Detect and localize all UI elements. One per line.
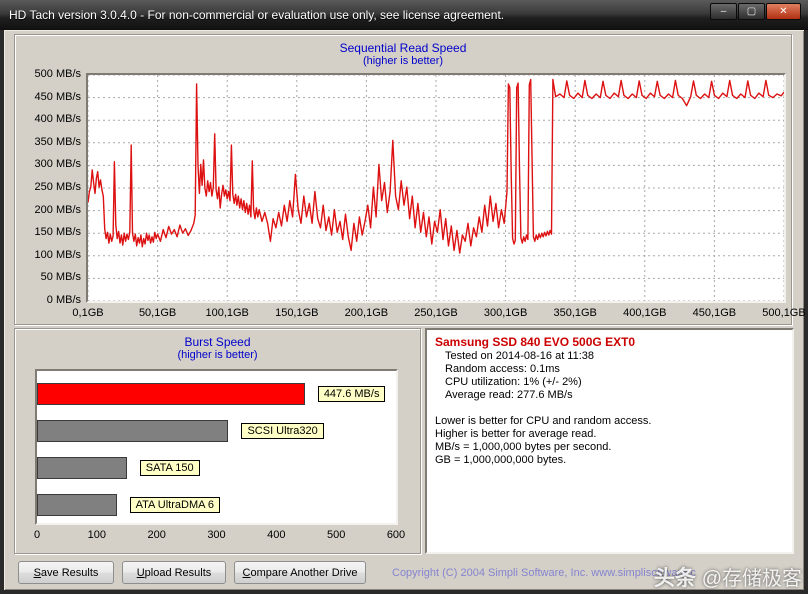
seq-y-tick-label: 300 MB/s [34, 158, 81, 171]
seq-y-tick-label: 500 MB/s [34, 68, 81, 80]
seq-y-tick-label: 200 MB/s [34, 203, 81, 216]
burst-bar-label: ATA UltraDMA 6 [129, 497, 221, 513]
burst-bar [37, 420, 229, 442]
sequential-read-chart: Sequential Read Speed (higher is better)… [14, 34, 806, 325]
info-note-lower: Lower is better for CPU and random acces… [435, 415, 652, 427]
seq-y-tick-label: 150 MB/s [34, 226, 81, 239]
seq-x-tick-label: 200,1GB [344, 307, 389, 319]
seq-y-tick-label: 350 MB/s [34, 135, 81, 148]
seq-x-tick-label: 400,1GB [623, 307, 667, 319]
burst-bar-label: 447.6 MB/s [317, 386, 386, 402]
minimize-button[interactable]: – [710, 3, 737, 20]
burst-x-tick-label: 100 [87, 529, 106, 541]
seq-y-tick-label: 400 MB/s [34, 113, 81, 126]
info-note-gb: GB = 1,000,000,000 bytes. [435, 454, 567, 466]
seq-y-tick-label: 250 MB/s [34, 181, 81, 193]
burst-bar [37, 457, 127, 479]
seq-x-tick-label: 100,1GB [205, 307, 249, 319]
burst-x-tick-label: 400 [267, 529, 286, 541]
seq-x-tick-label: 450,1GB [692, 307, 737, 319]
copyright-text: Copyright (C) 2004 Simpli Software, Inc.… [392, 567, 696, 579]
seq-x-tick-label: 350,1GB [553, 307, 597, 319]
burst-bar [37, 494, 117, 516]
seq-y-tick-label: 0 MB/s [46, 294, 81, 306]
burst-bar [37, 383, 305, 405]
drive-name: Samsung SSD 840 EVO 500G EXT0 [435, 335, 636, 349]
watermark-handle: @存储极客 [701, 568, 802, 590]
burst-x-tick-label: 600 [386, 529, 406, 541]
burst-chart-title: Burst Speed [184, 335, 251, 349]
burst-speed-chart: Burst Speed (higher is better) 447.6 MB/… [14, 328, 421, 554]
window-title: HD Tach version 3.0.4.0 - For non-commer… [9, 8, 505, 22]
seq-x-tick-label: 50,1GB [138, 307, 177, 319]
burst-chart-subtitle: (higher is better) [177, 349, 258, 361]
close-button[interactable]: ✕ [766, 3, 801, 20]
maximize-button[interactable]: ▢ [738, 3, 765, 20]
burst-bar-label: SCSI Ultra320 [241, 423, 324, 439]
seq-x-tick-label: 500,1GB [762, 307, 806, 319]
client-area: Sequential Read Speed (higher is better)… [4, 30, 806, 590]
seq-x-tick-label: 250,1GB [414, 307, 458, 319]
seq-line-svg [87, 74, 785, 302]
compare-another-drive-button[interactable]: Compare Another Drive [234, 561, 366, 584]
burst-x-tick-label: 500 [326, 529, 346, 541]
seq-chart-title: Sequential Read Speed [339, 41, 467, 55]
info-average-read: Average read: 277.6 MB/s [445, 389, 573, 401]
seq-y-tick-label: 50 MB/s [40, 271, 81, 284]
seq-chart-subtitle: (higher is better) [362, 55, 444, 67]
watermark: 头条 @存储极客 [654, 562, 802, 592]
drive-info-panel: Samsung SSD 840 EVO 500G EXT0 Tested on … [425, 328, 794, 554]
toutiao-logo: 头条 [653, 567, 696, 590]
save-results-button[interactable]: Save Results [18, 561, 114, 584]
seq-x-tick-label: 150,1GB [275, 307, 319, 319]
title-bar[interactable]: HD Tach version 3.0.4.0 - For non-commer… [0, 0, 808, 30]
seq-plot-area [86, 73, 786, 303]
seq-x-tick-label: 300,1GB [483, 307, 528, 319]
seq-x-tick-label: 0,1GB [72, 307, 104, 319]
burst-bar-label: SATA 150 [139, 460, 200, 476]
app-window: HD Tach version 3.0.4.0 - For non-commer… [0, 0, 808, 594]
burst-x-tick-label: 200 [147, 529, 166, 541]
info-note-higher: Higher is better for average read. [435, 428, 597, 440]
upload-results-button[interactable]: Upload Results [122, 561, 226, 584]
window-controls: – ▢ ✕ [710, 3, 801, 20]
burst-x-tick-label: 300 [207, 529, 226, 541]
seq-y-tick-label: 450 MB/s [34, 90, 81, 103]
info-note-mbs: MB/s = 1,000,000 bytes per second. [435, 441, 612, 453]
info-tested-on: Tested on 2014-08-16 at 11:38 [445, 350, 595, 362]
info-random-access: Random access: 0.1ms [445, 363, 560, 375]
burst-plot-area: 447.6 MB/s SCSI Ultra320 SATA 150 ATA Ultra… [35, 369, 398, 525]
burst-x-tick-label: 0 [33, 529, 41, 541]
info-cpu-utilization: CPU utilization: 1% (+/- 2%) [445, 376, 582, 388]
seq-y-tick-label: 100 MB/s [34, 248, 81, 261]
